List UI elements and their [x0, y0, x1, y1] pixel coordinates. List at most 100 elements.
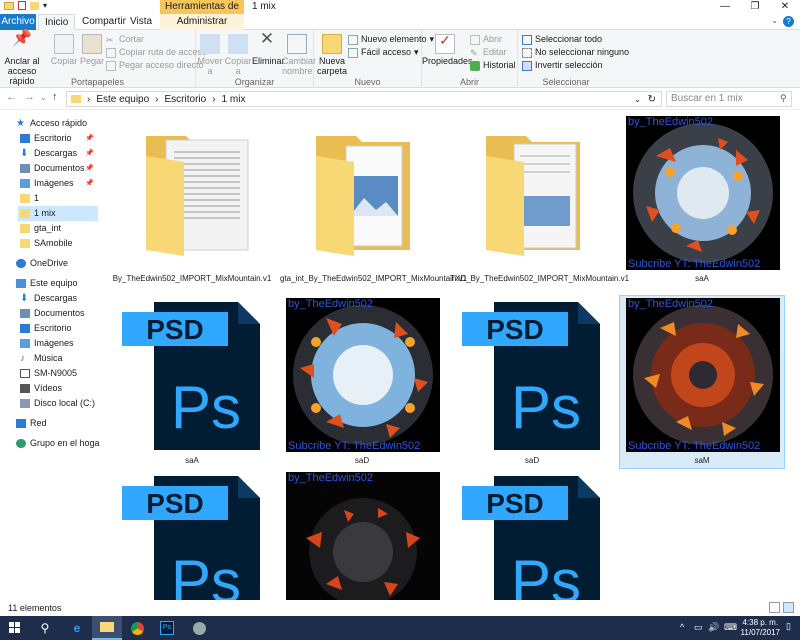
nav-escritorio[interactable]: Escritorio 📌: [20, 131, 98, 146]
nav-gta-int[interactable]: gta_int: [20, 221, 98, 236]
tab-administrar[interactable]: Administrar: [160, 14, 244, 30]
easy-access-button[interactable]: Fácil acceso ▾: [348, 47, 419, 58]
breadcrumb-este-equipo[interactable]: Este equipo: [96, 94, 149, 105]
file-item-image[interactable]: by_TheEdwin502 Subcribe YT: TheEdwin502 …: [280, 298, 444, 470]
nav-pc-imagenes[interactable]: Imágenes: [20, 336, 98, 351]
move-to-button[interactable]: Mover a: [196, 34, 224, 76]
file-item-folder[interactable]: gta_int_By_TheEdwin502_IMPORT_MixMountai…: [280, 116, 467, 290]
select-none-button[interactable]: No seleccionar ninguno: [522, 47, 629, 58]
nav-onedrive[interactable]: OneDrive: [16, 256, 98, 271]
search-input[interactable]: Buscar en 1 mix: [666, 91, 792, 107]
new-folder-icon[interactable]: [30, 1, 39, 10]
cut-label: Cortar: [119, 34, 145, 44]
nav-quick-access[interactable]: ★ Acceso rápido: [16, 116, 98, 131]
app-taskbar-icon[interactable]: [184, 616, 214, 640]
file-item-folder[interactable]: By_TheEdwin502_IMPORT_MixMountain.v1: [110, 116, 274, 290]
rename-label: Cambiar nombre: [282, 56, 317, 76]
recent-chevron-icon[interactable]: ⌄: [40, 93, 47, 102]
large-icons-view-icon[interactable]: [783, 602, 794, 613]
edge-browser-icon[interactable]: e: [62, 616, 92, 640]
network-tray-icon[interactable]: ▭: [694, 622, 703, 633]
properties-icon[interactable]: [18, 1, 26, 10]
desktop-icon: [20, 134, 30, 143]
new-folder-icon: [322, 34, 342, 54]
nav-pc-disco[interactable]: Disco local (C:): [20, 396, 98, 411]
maximize-button[interactable]: ❐: [740, 0, 770, 14]
nav-este-equipo[interactable]: Este equipo: [16, 276, 98, 291]
open-button[interactable]: Abrir: [470, 34, 502, 45]
ribbon: 📌 Anclar al acceso rápido Copiar Pegar ✂…: [0, 30, 800, 88]
file-name: saA: [695, 274, 709, 283]
group-abrir: ✓ Propiedades Abrir ✎ Editar Historial Ab…: [422, 30, 518, 88]
nav-1[interactable]: 1: [20, 191, 98, 206]
file-item-psd[interactable]: PSD Ps: [110, 472, 274, 600]
nav-imagenes[interactable]: Imágenes 📌: [20, 176, 98, 191]
minimize-button[interactable]: —: [710, 0, 740, 14]
file-item-psd[interactable]: PSD Ps saA: [110, 298, 274, 470]
windows-logo-icon: [9, 622, 20, 633]
forward-arrow-icon[interactable]: →: [24, 91, 35, 103]
nav-samobile[interactable]: SAmobile: [20, 236, 98, 251]
back-arrow-icon[interactable]: ←: [6, 91, 17, 103]
properties-icon: ✓: [435, 33, 455, 54]
copy-to-button[interactable]: Copiar a: [224, 34, 252, 76]
tab-archivo[interactable]: Archivo: [0, 14, 36, 30]
delete-button[interactable]: ✕ Eliminar: [252, 30, 285, 66]
expand-ribbon-icon[interactable]: ⌄: [771, 16, 778, 25]
nav-pc-escritorio[interactable]: Escritorio: [20, 321, 98, 336]
file-item-psd[interactable]: PSD Ps: [450, 472, 614, 600]
properties-button[interactable]: ✓ Propiedades: [422, 33, 473, 66]
nav-pc-documentos[interactable]: Documentos: [20, 306, 98, 321]
nav-red[interactable]: Red: [16, 416, 98, 431]
new-folder-button[interactable]: Nueva carpeta: [314, 34, 350, 76]
paste-shortcut-button[interactable]: Pegar acceso directo: [106, 60, 204, 71]
file-item-image-selected[interactable]: by_TheEdwin502 Subcribe YT: TheEdwin502 …: [619, 295, 785, 469]
breadcrumb-1-mix[interactable]: 1 mix: [222, 94, 246, 105]
details-view-icon[interactable]: [769, 602, 780, 613]
file-item-folder[interactable]: TXD_By_TheEdwin502_IMPORT_MixMountain.v1: [450, 116, 629, 290]
customize-qa-icon[interactable]: ▾: [43, 1, 47, 10]
windows-start-icon[interactable]: [0, 616, 30, 640]
tab-inicio[interactable]: Inicio: [38, 14, 76, 30]
mountain-kaleidoscope-image: [633, 123, 773, 263]
breadcrumb-escritorio[interactable]: Escritorio: [165, 94, 207, 105]
notifications-icon[interactable]: ▯: [786, 621, 791, 632]
nav-pc-descargas[interactable]: ⬇ Descargas: [20, 291, 98, 306]
file-explorer-icon[interactable]: [92, 616, 122, 640]
tab-vista[interactable]: Vista: [124, 14, 158, 30]
address-bar[interactable]: › Este equipo › Escritorio › 1 mix ⌄ ↻: [66, 91, 662, 107]
file-item-psd[interactable]: PSD Ps saD: [450, 298, 614, 470]
history-button[interactable]: Historial: [470, 60, 516, 71]
invert-selection-button[interactable]: Invertir selección: [522, 60, 603, 71]
nav-pc-musica[interactable]: ♪ Música: [20, 351, 98, 366]
clock[interactable]: 4:38 p. m. 11/07/2017: [741, 618, 780, 638]
nav-grupo-hogar[interactable]: Grupo en el hogar: [16, 436, 103, 451]
tray-chevron-icon[interactable]: ^: [680, 622, 684, 632]
nav-label: Imágenes: [34, 338, 74, 348]
navigation-pane: ★ Acceso rápido Escritorio 📌 ⬇ Descargas 📌 D…: [0, 110, 103, 600]
nav-1-mix[interactable]: 1 mix: [18, 206, 98, 221]
nav-pc-device[interactable]: SM-N9005: [20, 366, 98, 381]
help-icon[interactable]: ?: [783, 16, 794, 27]
chrome-icon[interactable]: [122, 616, 152, 640]
nav-descargas[interactable]: ⬇ Descargas 📌: [20, 146, 98, 161]
nav-pc-videos[interactable]: Vídeos: [20, 381, 98, 396]
up-arrow-icon[interactable]: ↑: [52, 91, 58, 103]
cut-button[interactable]: ✂ Cortar: [106, 34, 144, 45]
select-all-button[interactable]: Seleccionar todo: [522, 34, 602, 45]
file-item-image[interactable]: by_TheEdwin502 Subcribe YT: TheEdwin502 …: [620, 116, 784, 290]
language-tray-icon[interactable]: ⌨: [724, 622, 737, 633]
address-dropdown-icon[interactable]: ⌄: [634, 95, 641, 104]
photoshop-taskbar-icon[interactable]: Ps: [152, 616, 182, 640]
refresh-icon[interactable]: ↻: [648, 94, 656, 105]
volume-tray-icon[interactable]: 🔊: [708, 622, 719, 633]
new-item-label: Nuevo elemento: [361, 34, 427, 44]
rename-button[interactable]: Cambiar nombre: [282, 34, 316, 76]
file-item-image[interactable]: by_TheEdwin502: [280, 472, 444, 600]
nav-documentos[interactable]: Documentos 📌: [20, 161, 98, 176]
group-nuevo: Nueva carpeta Nuevo elemento ▾ Fácil acce…: [314, 30, 434, 88]
search-icon[interactable]: ⚲: [30, 616, 60, 640]
copy-path-button[interactable]: Copiar ruta de acceso: [106, 47, 207, 58]
close-button[interactable]: ✕: [770, 0, 800, 14]
edit-button[interactable]: ✎ Editar: [470, 47, 507, 58]
